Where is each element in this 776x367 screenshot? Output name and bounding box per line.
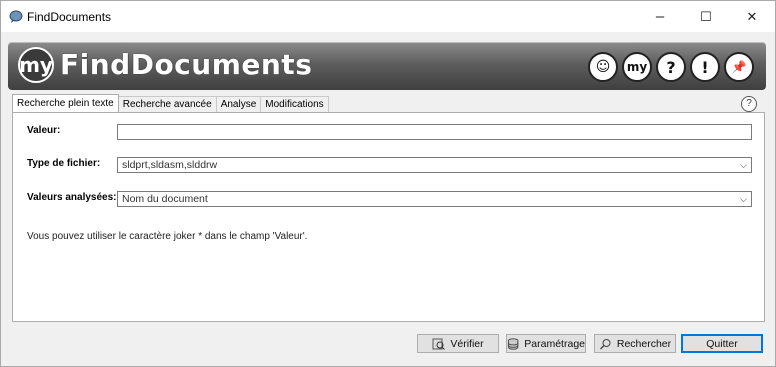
tab-full-text-search[interactable]: Recherche plein texte — [12, 94, 119, 112]
banner-app-name: FindDocuments — [60, 48, 313, 81]
analysed-values-select[interactable]: Nom du document ⌵ — [117, 191, 752, 207]
tab-analysis[interactable]: Analyse — [215, 96, 262, 112]
close-button[interactable]: ✕ — [729, 1, 775, 32]
chevron-down-icon: ⌵ — [740, 194, 747, 204]
quit-button[interactable]: Quitter — [681, 334, 763, 353]
search-panel: Valeur: Type de fichier: sldprt,sldasm,s… — [12, 112, 765, 322]
maximize-button[interactable]: ☐ — [683, 1, 729, 32]
valeur-label: Valeur: — [27, 125, 61, 136]
verify-button[interactable]: Vérifier — [417, 334, 499, 353]
stars-face-icon[interactable]: ☺ — [588, 52, 618, 82]
tab-modifications[interactable]: Modifications — [260, 96, 329, 112]
search-button[interactable]: Rechercher — [594, 334, 676, 353]
search-label: Rechercher — [616, 337, 672, 350]
analysed-values-label: Valeurs analysées: — [27, 192, 117, 203]
my-logo-icon[interactable]: my — [622, 52, 652, 82]
app-banner: my FindDocuments ☺ my ? ! 📌 — [8, 42, 766, 90]
settings-button[interactable]: Paramétrage — [506, 334, 586, 353]
exclamation-icon[interactable]: ! — [690, 52, 720, 82]
verify-icon — [432, 338, 446, 350]
app-icon — [9, 10, 23, 23]
app-window: FindDocuments – ☐ ✕ my FindDocuments ☺ m… — [0, 0, 776, 367]
question-icon[interactable]: ? — [656, 52, 686, 82]
analysed-values-value: Nom du document — [122, 193, 208, 205]
minimize-button[interactable]: – — [637, 1, 683, 32]
file-type-select[interactable]: sldprt,sldasm,slddrw ⌵ — [117, 157, 752, 173]
valeur-input[interactable] — [117, 124, 752, 140]
file-type-value: sldprt,sldasm,slddrw — [122, 159, 218, 171]
chevron-down-icon: ⌵ — [740, 160, 747, 170]
help-icon[interactable]: ? — [741, 96, 757, 112]
verify-label: Vérifier — [450, 337, 484, 350]
tab-bar: Recherche plein texte Recherche avancée … — [12, 94, 329, 112]
my-logo-mark: my — [18, 47, 54, 83]
window-title: FindDocuments — [27, 10, 112, 24]
pushpin-icon[interactable]: 📌 — [724, 52, 754, 82]
file-type-label: Type de fichier: — [27, 158, 101, 169]
tab-advanced-search[interactable]: Recherche avancée — [117, 96, 217, 112]
search-icon — [599, 338, 611, 349]
database-icon — [507, 337, 519, 350]
title-bar: FindDocuments – ☐ ✕ — [1, 1, 775, 32]
wildcard-hint: Vous pouvez utiliser le caractère joker … — [27, 231, 308, 242]
settings-label: Paramétrage — [524, 337, 585, 350]
